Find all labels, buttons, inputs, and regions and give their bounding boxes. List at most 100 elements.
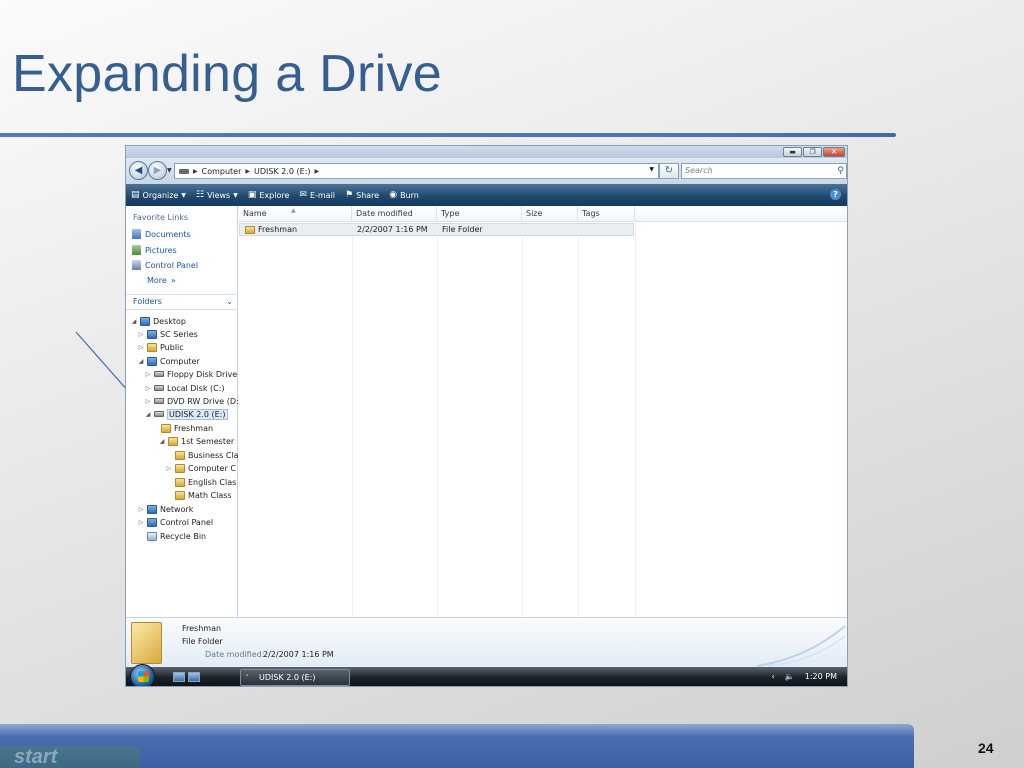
email-button[interactable]: ✉ E-mail — [299, 190, 335, 200]
chevron-right-icon[interactable]: ▶ — [315, 168, 320, 175]
folders-header[interactable]: Folders ⌄ — [126, 294, 238, 310]
more-label: More — [147, 276, 167, 285]
collapsed-toggle-icon[interactable]: ▷ — [145, 371, 151, 378]
details-type: File Folder — [182, 637, 223, 646]
tree-item-recycle-bin[interactable]: Recycle Bin — [138, 530, 206, 542]
tree-item-business[interactable]: Business Cla — [166, 449, 239, 461]
collapsed-toggle-icon[interactable]: ▷ — [138, 506, 144, 513]
collapsed-toggle-icon[interactable]: ▷ — [138, 519, 144, 526]
control-panel-icon — [132, 260, 141, 270]
table-row[interactable]: Freshman 2/2/2007 1:16 PM File Folder — [239, 223, 634, 236]
help-icon[interactable]: ? — [830, 189, 841, 200]
network-icon — [147, 504, 157, 514]
collapsed-toggle-icon[interactable]: ▷ — [166, 465, 172, 472]
folder-icon — [246, 674, 248, 676]
system-tray: ‹ 🔈 1:20 PM — [772, 672, 837, 681]
folder-icon — [161, 423, 171, 433]
control-panel-icon — [147, 517, 157, 527]
breadcrumb-udisk[interactable]: UDISK 2.0 (E:) — [254, 167, 311, 176]
explore-button[interactable]: ▣ Explore — [248, 190, 290, 200]
maximize-button[interactable]: ❐ — [803, 147, 822, 157]
recycle-bin-icon — [147, 531, 157, 541]
recent-pages-dropdown[interactable]: ▼ — [167, 167, 172, 174]
folder-icon — [175, 477, 185, 487]
explorer-window: ▬ ❐ ✕ ◀ ▶ ▼ ▶ Computer ▶ UDISK 2.0 (E:) … — [125, 145, 848, 687]
chevron-right-icon[interactable]: ▶ — [245, 168, 250, 175]
chevron-down-icon[interactable]: ⌄ — [226, 295, 233, 309]
search-icon[interactable]: ⚲ — [837, 164, 844, 178]
share-button[interactable]: ⚑ Share — [345, 190, 379, 200]
chevron-right-icon[interactable]: ▶ — [193, 168, 198, 175]
views-button[interactable]: ☷ Views ▼ — [196, 190, 238, 200]
chevron-left-icon[interactable]: ‹ — [772, 672, 775, 681]
tree-item-math[interactable]: Math Class — [166, 489, 232, 501]
volume-icon[interactable]: 🔈 — [785, 672, 795, 681]
floppy-drive-icon — [154, 371, 164, 377]
back-button[interactable]: ◀ — [129, 161, 148, 180]
expanded-toggle-icon[interactable]: ◢ — [159, 438, 165, 445]
tree-item-desktop[interactable]: ◢ Desktop — [131, 315, 186, 327]
collapsed-toggle-icon[interactable]: ▷ — [145, 385, 151, 392]
burn-button[interactable]: ◉ Burn — [389, 190, 419, 200]
column-divider — [578, 222, 579, 617]
favorite-control-panel[interactable]: Control Panel — [132, 260, 198, 270]
taskbar-item-udisk[interactable]: UDISK 2.0 (E:) — [240, 669, 350, 686]
forward-button[interactable]: ▶ — [148, 161, 167, 180]
organize-button[interactable]: ▤ Organize ▼ — [131, 190, 186, 200]
collapsed-toggle-icon[interactable]: ▷ — [138, 331, 144, 338]
column-divider — [522, 222, 523, 617]
double-chevron-icon: » — [170, 276, 176, 285]
file-name: Freshman — [258, 225, 298, 234]
tree-label: DVD RW Drive (D:) — [167, 396, 242, 406]
tree-item-local-disk[interactable]: ▷ Local Disk (C:) — [145, 382, 225, 394]
tree-item-control-panel[interactable]: ▷ Control Panel — [138, 516, 213, 528]
sort-ascending-icon: ▲ — [291, 207, 296, 214]
file-type: File Folder — [442, 225, 483, 234]
chevron-down-icon: ▼ — [181, 191, 186, 199]
show-desktop-icon[interactable] — [173, 672, 185, 682]
expanded-toggle-icon[interactable]: ◢ — [131, 318, 137, 325]
collapsed-toggle-icon[interactable]: ▷ — [138, 344, 144, 351]
collapsed-toggle-icon[interactable]: ▷ — [145, 398, 151, 405]
tree-item-dvd-drive[interactable]: ▷ DVD RW Drive (D:) — [145, 395, 242, 407]
column-type[interactable]: Type — [437, 206, 522, 222]
close-button[interactable]: ✕ — [823, 147, 845, 157]
tree-item-sc-series[interactable]: ▷ SC Series — [138, 328, 198, 340]
tree-item-network[interactable]: ▷ Network — [138, 503, 193, 515]
start-button[interactable] — [130, 664, 155, 686]
tree-item-english[interactable]: English Clas — [166, 476, 236, 488]
email-icon: ✉ — [299, 190, 307, 200]
tree-item-computer[interactable]: ◢ Computer — [138, 355, 200, 367]
tree-item-1st-semester[interactable]: ◢ 1st Semester — [159, 435, 234, 447]
tree-item-floppy[interactable]: ▷ Floppy Disk Drive — [145, 368, 238, 380]
column-name[interactable]: Name ▲ — [239, 206, 352, 222]
minimize-button[interactable]: ▬ — [783, 147, 802, 157]
address-bar[interactable]: ▶ Computer ▶ UDISK 2.0 (E:) ▶ ▼ — [174, 163, 659, 179]
folder-preview-icon — [131, 622, 162, 664]
column-size[interactable]: Size — [522, 206, 578, 222]
folder-icon — [168, 436, 178, 446]
expanded-toggle-icon[interactable]: ◢ — [145, 411, 151, 418]
column-tags[interactable]: Tags — [578, 206, 635, 222]
tree-item-computer-c[interactable]: ▷ Computer C — [166, 462, 236, 474]
favorite-pictures[interactable]: Pictures — [132, 245, 177, 255]
switch-windows-icon[interactable] — [188, 672, 200, 682]
tree-item-udisk[interactable]: ◢ UDISK 2.0 (E:) — [145, 408, 228, 420]
favorite-more[interactable]: More » — [147, 276, 176, 285]
tree-label: Local Disk (C:) — [167, 383, 225, 393]
tree-label: Control Panel — [160, 517, 214, 527]
search-placeholder: Search — [685, 166, 713, 175]
favorite-label: Documents — [145, 229, 191, 239]
tree-label: SC Series — [160, 329, 198, 339]
refresh-button[interactable]: ↻ — [659, 163, 679, 179]
tree-item-freshman[interactable]: Freshman — [152, 422, 213, 434]
expanded-toggle-icon[interactable]: ◢ — [138, 358, 144, 365]
chevron-down-icon[interactable]: ▼ — [649, 166, 654, 173]
clock[interactable]: 1:20 PM — [805, 672, 837, 681]
title-divider — [0, 133, 896, 137]
search-input[interactable]: Search ⚲ — [681, 163, 847, 179]
favorite-documents[interactable]: Documents — [132, 229, 191, 239]
breadcrumb-computer[interactable]: Computer — [202, 167, 242, 176]
tree-item-public[interactable]: ▷ Public — [138, 341, 184, 353]
column-date-modified[interactable]: Date modified — [352, 206, 437, 222]
